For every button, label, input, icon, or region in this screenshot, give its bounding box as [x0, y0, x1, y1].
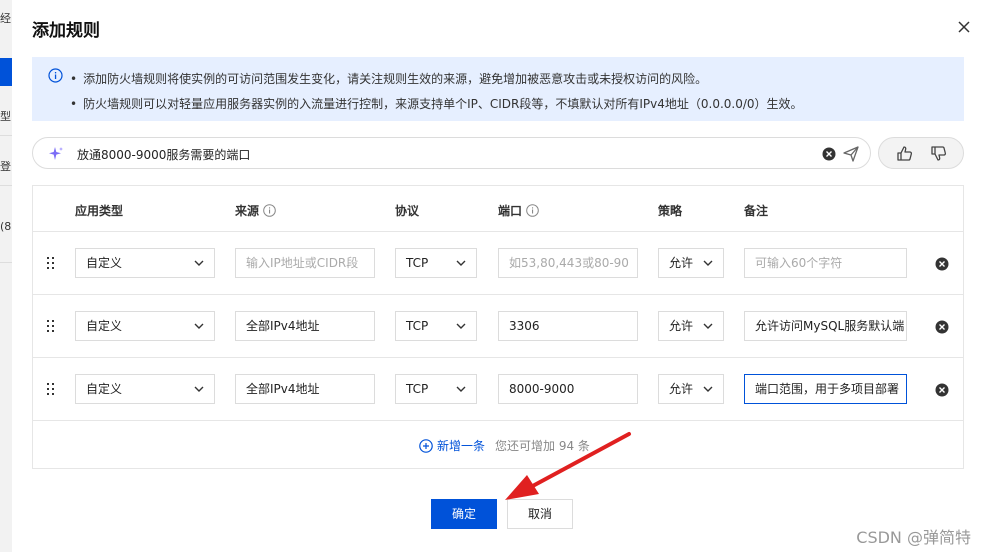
- remark-input[interactable]: 端口范围，用于多项目部署: [744, 374, 907, 404]
- confirm-button[interactable]: 确定: [431, 499, 497, 529]
- port-input[interactable]: 如53,80,443或80-90: [498, 248, 638, 278]
- protocol-value: TCP: [406, 256, 429, 270]
- remaining-count: 您还可增加 94 条: [495, 439, 590, 453]
- table-row: 自定义 输入IP地址或CIDR段 TCP 如53,80,443或80-90 允许…: [33, 231, 963, 294]
- port-input[interactable]: 8000-9000: [498, 374, 638, 404]
- chevron-down-icon: [703, 386, 713, 392]
- help-icon[interactable]: [526, 204, 539, 217]
- policy-select[interactable]: 允许: [658, 248, 724, 278]
- add-row-area: 新增一条 您还可增加 94 条: [33, 420, 963, 468]
- add-rule-button[interactable]: 新增一条: [419, 437, 485, 454]
- sparkle-icon: [49, 147, 63, 160]
- chevron-down-icon: [703, 323, 713, 329]
- chevron-down-icon: [194, 323, 204, 329]
- drag-handle-icon[interactable]: [46, 256, 56, 271]
- notice-item: 防火墙规则可以对轻量应用服务器实例的入流量进行控制，来源支持单个IP、CIDR段…: [70, 92, 948, 117]
- feedback-group: [878, 137, 964, 169]
- delete-row-icon[interactable]: [935, 383, 949, 397]
- header-port: 端口: [498, 202, 539, 219]
- chevron-down-icon: [456, 386, 466, 392]
- plus-circle-icon: [419, 439, 433, 453]
- chevron-down-icon: [194, 260, 204, 266]
- drag-handle-icon[interactable]: [46, 319, 56, 334]
- app-type-select[interactable]: 自定义: [75, 374, 215, 404]
- notice-banner: 添加防火墙规则将使实例的可访问范围发生变化，请关注规则生效的来源，避免增加被恶意…: [32, 57, 964, 121]
- chevron-down-icon: [456, 260, 466, 266]
- remark-input[interactable]: 允许访问MySQL服务默认端: [744, 311, 907, 341]
- policy-value: 允许: [669, 256, 694, 270]
- send-icon[interactable]: [843, 146, 859, 162]
- protocol-select[interactable]: TCP: [395, 248, 477, 278]
- policy-value: 允许: [669, 382, 694, 396]
- rules-table: 应用类型 来源 协议 端口 策略 备注 自定义 输入IP地址或CIDR段 TCP…: [32, 185, 964, 469]
- source-input[interactable]: 全部IPv4地址: [235, 374, 375, 404]
- table-header: 应用类型 来源 协议 端口 策略 备注: [33, 186, 963, 231]
- port-input[interactable]: 3306: [498, 311, 638, 341]
- header-remark: 备注: [744, 204, 769, 218]
- header-protocol: 协议: [395, 204, 420, 218]
- source-input[interactable]: 全部IPv4地址: [235, 311, 375, 341]
- policy-select[interactable]: 允许: [658, 374, 724, 404]
- protocol-select[interactable]: TCP: [395, 374, 477, 404]
- app-type-select[interactable]: 自定义: [75, 248, 215, 278]
- app-type-value: 自定义: [86, 256, 123, 270]
- thumbs-up-icon[interactable]: [896, 145, 913, 162]
- close-icon[interactable]: [957, 20, 971, 34]
- header-port-label: 端口: [498, 204, 523, 218]
- protocol-value: TCP: [406, 319, 429, 333]
- add-rule-dialog: 添加规则 添加防火墙规则将使实例的可访问范围发生变化，请关注规则生效的来源，避免…: [12, 0, 985, 552]
- cancel-button[interactable]: 取消: [507, 499, 573, 529]
- app-type-select[interactable]: 自定义: [75, 311, 215, 341]
- policy-select[interactable]: 允许: [658, 311, 724, 341]
- drag-handle-icon[interactable]: [46, 382, 56, 397]
- protocol-value: TCP: [406, 382, 429, 396]
- policy-value: 允许: [669, 319, 694, 333]
- app-type-value: 自定义: [86, 319, 123, 333]
- dialog-title: 添加规则: [32, 21, 100, 41]
- delete-row-icon[interactable]: [935, 320, 949, 334]
- protocol-select[interactable]: TCP: [395, 311, 477, 341]
- ai-prompt-value[interactable]: 放通8000-9000服务需要的端口: [77, 146, 250, 163]
- chevron-down-icon: [703, 260, 713, 266]
- table-row: 自定义 全部IPv4地址 TCP 8000-9000 允许 端口范围，用于多项目…: [33, 357, 963, 420]
- table-row: 自定义 全部IPv4地址 TCP 3306 允许 允许访问MySQL服务默认端: [33, 294, 963, 357]
- ai-prompt-input[interactable]: 放通8000-9000服务需要的端口: [32, 137, 871, 169]
- header-policy: 策略: [658, 204, 683, 218]
- remark-input[interactable]: 可输入60个字符: [744, 248, 907, 278]
- add-rule-label: 新增一条: [437, 439, 486, 453]
- header-source-label: 来源: [235, 204, 260, 218]
- background-active-bar: [0, 58, 12, 86]
- clear-icon[interactable]: [822, 147, 836, 161]
- header-app-type: 应用类型: [75, 204, 124, 218]
- delete-row-icon[interactable]: [935, 257, 949, 271]
- notice-item: 添加防火墙规则将使实例的可访问范围发生变化，请关注规则生效的来源，避免增加被恶意…: [70, 67, 948, 92]
- source-input[interactable]: 输入IP地址或CIDR段: [235, 248, 375, 278]
- chevron-down-icon: [456, 323, 466, 329]
- header-source: 来源: [235, 202, 276, 219]
- thumbs-down-icon[interactable]: [930, 145, 947, 162]
- help-icon[interactable]: [263, 204, 276, 217]
- app-type-value: 自定义: [86, 382, 123, 396]
- chevron-down-icon: [194, 386, 204, 392]
- watermark: CSDN @弹简特: [856, 528, 971, 547]
- info-icon: [48, 68, 63, 83]
